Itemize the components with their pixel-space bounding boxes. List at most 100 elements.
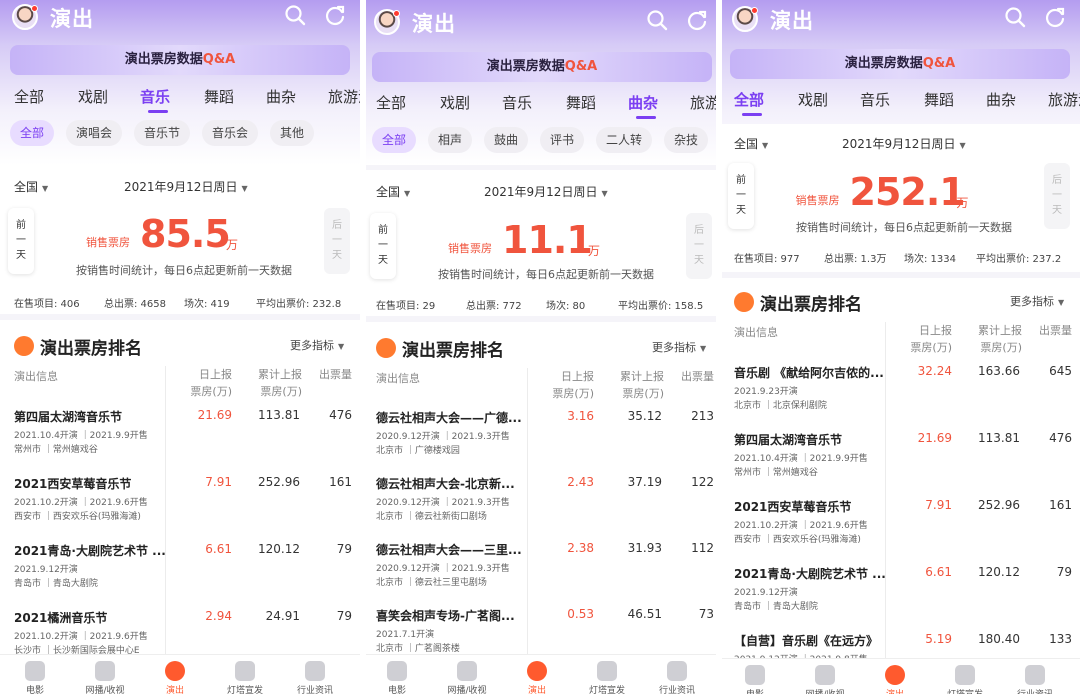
tab-category-0[interactable]: 全部: [14, 86, 44, 107]
row-count-value: 161: [1049, 498, 1072, 512]
qa-banner[interactable]: 演出票房数据Q&A: [372, 52, 712, 82]
date-select[interactable]: 2021年9月12日周日 ▼: [842, 135, 966, 152]
chip-4[interactable]: 二人转: [596, 127, 653, 153]
stats-row: 在售项目: 29 总出票: 772 场次: 80 平均出票价: 158.5: [376, 297, 722, 312]
more-metrics-button[interactable]: 更多指标 ▼: [652, 339, 706, 355]
news-tab[interactable]: 行业资讯: [1005, 665, 1065, 694]
column-header-cumulative[interactable]: 累计上报 票房(万): [238, 366, 302, 400]
refresh-icon[interactable]: [686, 9, 708, 31]
row-daily-value: 2.94: [205, 609, 232, 623]
chip-3[interactable]: 音乐会: [202, 120, 259, 146]
avatar[interactable]: [732, 6, 758, 32]
tab-category-3[interactable]: 舞蹈: [204, 86, 234, 107]
streaming-tab[interactable]: 网播/收视: [75, 661, 135, 694]
promotion-icon: [597, 661, 617, 681]
news-tab[interactable]: 行业资讯: [285, 661, 345, 694]
tab-category-4[interactable]: 曲杂: [986, 89, 1016, 110]
row-daily-value: 21.69: [197, 408, 232, 422]
row-count-value: 73: [698, 607, 714, 621]
tab-category-0[interactable]: 全部: [734, 89, 764, 110]
date-select[interactable]: 2021年9月12日周日 ▼: [484, 183, 608, 200]
next-day-button[interactable]: 后一天: [1044, 163, 1070, 229]
tab-category-4[interactable]: 曲杂: [628, 92, 658, 113]
tab-category-1[interactable]: 戏剧: [798, 89, 828, 110]
row-dates: 2020.9.12开演 ｜2021.9.3开售: [376, 564, 510, 574]
region-label: 全国: [734, 137, 759, 151]
tab-category-1[interactable]: 戏剧: [440, 92, 470, 113]
row-cumulative-value: 120.12: [978, 565, 1020, 579]
news-tab[interactable]: 行业资讯: [647, 661, 707, 694]
chip-5[interactable]: 杂技: [664, 127, 709, 153]
column-header-daily[interactable]: 日上报 票房(万): [890, 322, 952, 356]
next-day-button[interactable]: 后一天: [324, 208, 350, 274]
region-select[interactable]: 全国 ▼: [14, 178, 48, 195]
chip-2[interactable]: 音乐节: [134, 120, 191, 146]
search-icon[interactable]: [1004, 6, 1026, 28]
tab-category-2[interactable]: 音乐: [860, 89, 890, 110]
column-header-cumulative[interactable]: 累计上报 票房(万): [600, 368, 664, 402]
refresh-icon[interactable]: [324, 4, 346, 26]
banner-text: 演出票房数据: [486, 59, 565, 74]
movie-tab[interactable]: 电影: [725, 665, 785, 694]
avatar[interactable]: [12, 4, 38, 30]
column-header-count[interactable]: 出票量: [668, 368, 714, 385]
movie-tab[interactable]: 电影: [5, 661, 65, 694]
tab-category-4[interactable]: 曲杂: [266, 86, 296, 107]
movie-tab[interactable]: 电影: [367, 661, 427, 694]
chip-4[interactable]: 其他: [270, 120, 315, 146]
row-dates: 2021.9.12开演: [734, 588, 798, 598]
chip-2[interactable]: 鼓曲: [484, 127, 529, 153]
qa-banner[interactable]: 演出票房数据Q&A: [730, 49, 1070, 79]
promotion-tab[interactable]: 灯塔宣发: [935, 665, 995, 694]
column-header-daily[interactable]: 日上报 票房(万): [532, 368, 594, 402]
tab-category-0[interactable]: 全部: [376, 92, 406, 113]
refresh-icon[interactable]: [1044, 6, 1066, 28]
streaming-tab[interactable]: 网播/收视: [795, 665, 855, 694]
banner-qa: Q&A: [564, 59, 598, 74]
update-note: 按销售时间统计，每日6点起更新前一天数据: [76, 264, 292, 277]
prev-day-button[interactable]: 前一天: [8, 208, 34, 274]
column-header-count[interactable]: 出票量: [306, 366, 352, 383]
tab-category-1[interactable]: 戏剧: [78, 86, 108, 107]
top-header: 演出: [720, 2, 1080, 42]
chip-3[interactable]: 评书: [540, 127, 585, 153]
tab-category-3[interactable]: 舞蹈: [924, 89, 954, 110]
search-icon[interactable]: [284, 4, 306, 26]
performance-tab[interactable]: 演出: [145, 661, 205, 694]
prev-day-button[interactable]: 前一天: [370, 213, 396, 279]
row-dates: 2021.10.2开演 ｜2021.9.6开售: [14, 632, 148, 642]
qa-banner[interactable]: 演出票房数据Q&A: [10, 45, 350, 75]
promotion-tab[interactable]: 灯塔宣发: [215, 661, 275, 694]
tab-category-3[interactable]: 舞蹈: [566, 92, 596, 113]
avatar[interactable]: [374, 9, 400, 35]
sales-value: 85.5: [140, 212, 231, 256]
tab-label: 网播/收视: [85, 686, 125, 694]
more-metrics-button[interactable]: 更多指标 ▼: [290, 337, 344, 353]
date-select[interactable]: 2021年9月12日周日 ▼: [124, 178, 248, 195]
chip-1[interactable]: 相声: [428, 127, 473, 153]
promotion-tab[interactable]: 灯塔宣发: [577, 661, 637, 694]
chip-0[interactable]: 全部: [372, 127, 417, 153]
next-day-button[interactable]: 后一天: [686, 213, 712, 279]
prev-day-button[interactable]: 前一天: [728, 163, 754, 229]
streaming-tab[interactable]: 网播/收视: [437, 661, 497, 694]
performance-tab[interactable]: 演出: [865, 665, 925, 694]
column-header-count[interactable]: 出票量: [1026, 322, 1072, 339]
stat-shows: 场次: 80: [546, 301, 586, 312]
tab-category-5[interactable]: 旅游演: [328, 86, 360, 107]
column-header-cumulative[interactable]: 累计上报 票房(万): [958, 322, 1022, 356]
tab-category-2[interactable]: 音乐: [502, 92, 532, 113]
region-select[interactable]: 全国 ▼: [734, 135, 768, 152]
column-header-daily[interactable]: 日上报 票房(万): [170, 366, 232, 400]
date-label: 2021年9月12日周日: [842, 137, 956, 151]
performance-icon: [527, 661, 547, 681]
tab-category-2[interactable]: 音乐: [140, 86, 170, 107]
movie-icon: [25, 661, 45, 681]
search-icon[interactable]: [646, 9, 668, 31]
more-metrics-button[interactable]: 更多指标 ▼: [1010, 293, 1064, 309]
chip-0[interactable]: 全部: [10, 120, 55, 146]
performance-tab[interactable]: 演出: [507, 661, 567, 694]
chip-1[interactable]: 演唱会: [66, 120, 123, 146]
tab-category-5[interactable]: 旅游演: [1048, 89, 1080, 110]
region-select[interactable]: 全国 ▼: [376, 183, 410, 200]
